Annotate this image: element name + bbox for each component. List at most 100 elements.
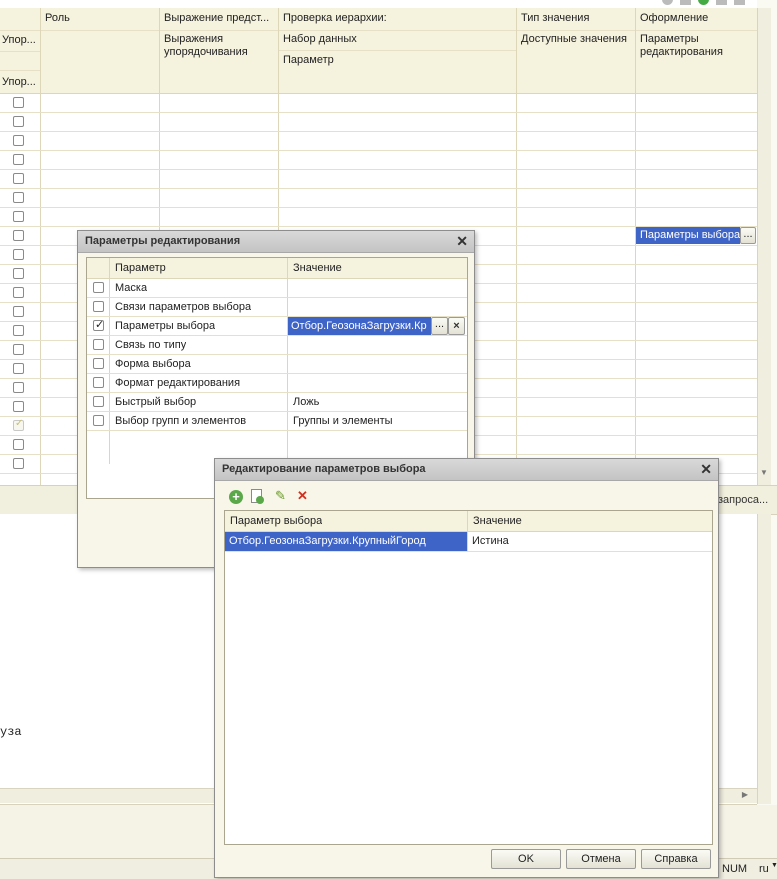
row-checkbox[interactable] bbox=[13, 97, 24, 108]
num-indicator: NUM bbox=[722, 863, 748, 875]
param-checkbox[interactable] bbox=[93, 358, 104, 369]
row-checkbox[interactable] bbox=[13, 173, 24, 184]
vertical-scrollbar[interactable] bbox=[757, 8, 771, 485]
row-checkbox[interactable] bbox=[13, 249, 24, 260]
param-name: Связь по типу bbox=[115, 339, 187, 351]
ok-button[interactable]: OK bbox=[491, 849, 561, 869]
column-header-order-left[interactable]: Упор... bbox=[2, 34, 39, 46]
row-checkbox[interactable] bbox=[13, 116, 24, 127]
param-checkbox[interactable] bbox=[93, 339, 104, 350]
row-checkbox[interactable] bbox=[13, 268, 24, 279]
column-header-choice-param[interactable]: Параметр выбора bbox=[230, 515, 322, 527]
column-header-order-expr[interactable]: Выражения упорядочивания bbox=[164, 33, 264, 59]
column-header-value[interactable]: Значение bbox=[293, 262, 342, 274]
choice-params-dialog: Редактирование параметров выбора ✕ + ✎ ✕… bbox=[214, 458, 719, 878]
table-row[interactable]: Выбор групп и элементов Группы и элементы bbox=[87, 412, 467, 431]
column-header-hierarchy[interactable]: Проверка иерархии: bbox=[283, 12, 387, 24]
query-link[interactable]: запроса... bbox=[718, 494, 768, 506]
column-header-appearance[interactable]: Оформление bbox=[640, 12, 708, 24]
row-checkbox[interactable] bbox=[13, 154, 24, 165]
column-header-presentation[interactable]: Выражение предст... bbox=[164, 12, 276, 24]
table-row[interactable] bbox=[0, 131, 757, 150]
choice-value-cell[interactable]: Истина bbox=[472, 535, 509, 547]
row-checkbox[interactable] bbox=[13, 458, 24, 469]
row-checkbox[interactable] bbox=[13, 192, 24, 203]
choice-params-dialog-titlebar[interactable]: Редактирование параметров выбора ✕ bbox=[215, 459, 718, 481]
table-row[interactable]: Связь по типу bbox=[87, 336, 467, 355]
close-icon[interactable]: ✕ bbox=[456, 233, 468, 250]
column-header-value-type[interactable]: Тип значения bbox=[521, 12, 589, 24]
row-checkbox[interactable] bbox=[13, 306, 24, 317]
edit-params-cell[interactable]: Параметры выбора bbox=[636, 227, 740, 244]
table-row[interactable] bbox=[0, 112, 757, 131]
scroll-down-arrow[interactable]: ▼ bbox=[758, 465, 770, 480]
language-indicator[interactable]: ru bbox=[759, 863, 769, 875]
row-checkbox[interactable] bbox=[13, 439, 24, 450]
edit-params-dialog-title: Параметры редактирования bbox=[85, 235, 241, 247]
column-header-role[interactable]: Роль bbox=[45, 12, 70, 24]
text-panel-content: уза bbox=[0, 725, 22, 739]
edit-icon[interactable]: ✎ bbox=[275, 489, 289, 503]
choice-param-cell[interactable]: Отбор.ГеозонаЗагрузки.КрупныйГород bbox=[225, 532, 467, 551]
table-row[interactable]: Связи параметров выбора bbox=[87, 298, 467, 317]
param-value-editor[interactable]: Отбор.ГеозонаЗагрузки.Кр bbox=[288, 317, 431, 335]
row-checkbox[interactable] bbox=[13, 363, 24, 374]
column-header-choice-value[interactable]: Значение bbox=[473, 515, 522, 527]
column-header-order-left-2[interactable]: Упор... bbox=[2, 76, 39, 88]
column-header-available-values[interactable]: Доступные значения bbox=[521, 33, 627, 45]
column-header-parameter[interactable]: Параметр bbox=[283, 54, 334, 66]
row-checkbox[interactable] bbox=[13, 135, 24, 146]
param-name: Параметры выбора bbox=[115, 320, 216, 332]
row-checkbox[interactable] bbox=[13, 287, 24, 298]
choose-ellipsis-button[interactable]: ... bbox=[431, 317, 448, 335]
choice-params-table: Параметр выбора Значение Отбор.ГеозонаЗа… bbox=[224, 510, 713, 845]
column-header-param[interactable]: Параметр bbox=[115, 262, 166, 274]
param-name: Связи параметров выбора bbox=[115, 301, 252, 313]
param-checkbox[interactable] bbox=[93, 396, 104, 407]
close-icon[interactable]: ✕ bbox=[700, 461, 712, 478]
table-row[interactable] bbox=[0, 150, 757, 169]
cancel-button[interactable]: Отмена bbox=[566, 849, 636, 869]
param-value[interactable]: Ложь bbox=[293, 396, 319, 408]
param-name: Форма выбора bbox=[115, 358, 191, 370]
language-dropdown-icon[interactable]: ▼ bbox=[771, 862, 777, 869]
param-checkbox[interactable] bbox=[93, 282, 104, 293]
param-checkbox[interactable] bbox=[93, 415, 104, 426]
clear-icon[interactable]: × bbox=[448, 317, 465, 335]
row-checkbox[interactable] bbox=[13, 344, 24, 355]
table-row[interactable]: Формат редактирования bbox=[87, 374, 467, 393]
table-row[interactable]: Быстрый выбор Ложь bbox=[87, 393, 467, 412]
param-name: Выбор групп и элементов bbox=[115, 415, 247, 427]
column-header-edit-params[interactable]: Параметры редактирования bbox=[640, 33, 740, 59]
choice-params-dialog-title: Редактирование параметров выбора bbox=[222, 463, 426, 475]
edit-params-dialog-titlebar[interactable]: Параметры редактирования ✕ bbox=[78, 231, 474, 253]
copy-icon[interactable] bbox=[251, 489, 264, 504]
add-icon[interactable]: + bbox=[229, 490, 243, 504]
param-checkbox[interactable] bbox=[93, 377, 104, 388]
choice-toolbar: + ✎ ✕ bbox=[229, 489, 319, 505]
table-row[interactable]: Форма выбора bbox=[87, 355, 467, 374]
param-checkbox[interactable] bbox=[93, 301, 104, 312]
table-row[interactable]: Параметры выбора Отбор.ГеозонаЗагрузки.Кр… bbox=[87, 317, 467, 336]
param-checkbox[interactable] bbox=[93, 318, 104, 331]
row-checkbox[interactable] bbox=[13, 230, 24, 241]
table-row[interactable] bbox=[0, 169, 757, 188]
row-checkbox[interactable] bbox=[13, 401, 24, 412]
column-header-dataset[interactable]: Набор данных bbox=[283, 33, 357, 45]
table-row[interactable] bbox=[0, 188, 757, 207]
row-checkbox[interactable] bbox=[13, 418, 24, 431]
edit-params-ellipsis-button[interactable]: ... bbox=[740, 227, 756, 244]
table-row[interactable]: Маска bbox=[87, 279, 467, 298]
row-checkbox[interactable] bbox=[13, 325, 24, 336]
toolbar-remnant bbox=[660, 0, 757, 7]
table-row[interactable]: Отбор.ГеозонаЗагрузки.КрупныйГород Истин… bbox=[225, 532, 712, 552]
table-row[interactable] bbox=[0, 207, 757, 226]
table-row[interactable] bbox=[0, 93, 757, 112]
row-checkbox[interactable] bbox=[13, 211, 24, 222]
param-value[interactable]: Группы и элементы bbox=[293, 415, 393, 427]
help-button[interactable]: Справка bbox=[641, 849, 711, 869]
row-checkbox[interactable] bbox=[13, 382, 24, 393]
hscroll-right-arrow[interactable]: ▶ bbox=[738, 789, 752, 801]
delete-icon[interactable]: ✕ bbox=[297, 489, 311, 503]
text-panel-vscroll[interactable] bbox=[757, 514, 771, 804]
